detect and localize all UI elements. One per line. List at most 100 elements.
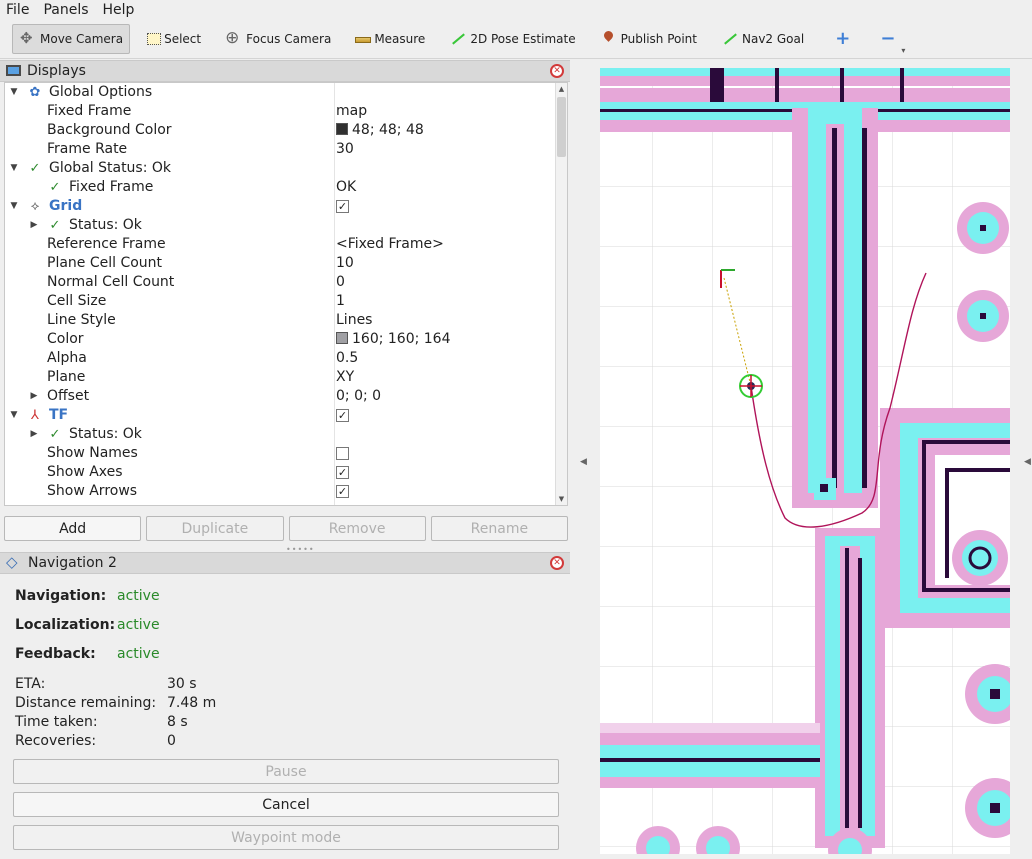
- tree-row-tf[interactable]: ▼ ⅄ TF ✓: [5, 406, 557, 425]
- tree-row-background-color[interactable]: Background Color 48; 48; 48: [5, 121, 557, 140]
- show-arrows-checkbox[interactable]: ✓: [336, 485, 349, 498]
- tree-value[interactable]: XY: [336, 368, 354, 387]
- menu-panels[interactable]: Panels: [43, 2, 88, 18]
- tree-row-line-style[interactable]: Line Style Lines: [5, 311, 557, 330]
- collapse-arrow-icon[interactable]: ▼: [9, 83, 19, 102]
- tree-row-reference-frame[interactable]: Reference Frame <Fixed Frame>: [5, 235, 557, 254]
- map-pin-icon: [600, 31, 618, 47]
- tree-scrollbar[interactable]: ▲ ▼: [555, 83, 567, 505]
- collapse-left-arrow-icon[interactable]: ◀: [580, 457, 587, 467]
- tree-value[interactable]: 10: [336, 254, 354, 273]
- tree-row-plane[interactable]: Plane XY: [5, 368, 557, 387]
- tree-row-normal-cell-count[interactable]: Normal Cell Count 0: [5, 273, 557, 292]
- select-tool[interactable]: Select: [140, 24, 208, 54]
- expand-arrow-icon[interactable]: ▶: [29, 387, 39, 406]
- cancel-button[interactable]: Cancel: [13, 792, 559, 817]
- green-arrow-icon: [449, 31, 467, 47]
- tree-value[interactable]: 30: [336, 140, 354, 159]
- crosshair-icon: [225, 28, 243, 48]
- show-names-checkbox[interactable]: [336, 447, 349, 460]
- measure-label: Measure: [374, 31, 426, 46]
- collapse-arrow-icon[interactable]: ▼: [9, 197, 19, 216]
- displays-tree[interactable]: ▼ ✿ Global Options Fixed Frame map Backg…: [4, 82, 568, 506]
- menu-bar: File Panels Help: [0, 0, 1032, 19]
- tree-row-grid[interactable]: ▼ ⟡ Grid ✓: [5, 197, 557, 216]
- tree-label: Cell Size: [47, 293, 107, 309]
- tf-enabled-checkbox[interactable]: ✓: [336, 409, 349, 422]
- tree-value[interactable]: map: [336, 102, 367, 121]
- measure-tool[interactable]: Measure: [348, 24, 432, 54]
- tree-label: Plane Cell Count: [47, 255, 163, 271]
- tree-row-frame-rate[interactable]: Frame Rate 30: [5, 140, 557, 159]
- menu-help[interactable]: Help: [103, 2, 135, 18]
- collapse-arrow-icon[interactable]: ▼: [9, 406, 19, 425]
- displays-panel-header: Displays ✕: [0, 60, 570, 82]
- tree-row-global-options[interactable]: ▼ ✿ Global Options: [5, 83, 557, 102]
- distance-label: Distance remaining:: [15, 695, 157, 711]
- tree-row-grid-status[interactable]: ▶ ✓ Status: Ok: [5, 216, 557, 235]
- color-swatch: [336, 123, 348, 135]
- tree-row-offset[interactable]: ▶ Offset 0; 0; 0: [5, 387, 557, 406]
- grid-enabled-checkbox[interactable]: ✓: [336, 200, 349, 213]
- collapse-arrow-icon[interactable]: ▼: [9, 159, 19, 178]
- tree-value[interactable]: 48; 48; 48: [336, 121, 424, 140]
- tree-row-alpha[interactable]: Alpha 0.5: [5, 349, 557, 368]
- expand-arrow-icon[interactable]: ▶: [29, 216, 39, 235]
- collapse-right-arrow-icon[interactable]: ◀: [1024, 457, 1031, 467]
- tree-row-tf-status[interactable]: ▶ ✓ Status: Ok: [5, 425, 557, 444]
- color-swatch: [336, 332, 348, 344]
- add-tool-button[interactable]: +: [835, 28, 850, 49]
- tree-label: Global Options: [49, 84, 153, 100]
- tree-value[interactable]: 0.5: [336, 349, 358, 368]
- tree-label: Grid: [49, 198, 83, 214]
- localization-status: active: [117, 617, 160, 633]
- toolbar: Move Camera Select Focus Camera Measure …: [0, 19, 1032, 59]
- tree-row-show-axes[interactable]: Show Axes ✓: [5, 463, 557, 482]
- menu-file[interactable]: File: [6, 2, 29, 18]
- tree-row-color[interactable]: Color 160; 160; 164: [5, 330, 557, 349]
- time-taken-value: 8 s: [167, 714, 188, 730]
- tree-value[interactable]: 0; 0; 0: [336, 387, 381, 406]
- tree-row-global-status[interactable]: ▼ ✓ Global Status: Ok: [5, 159, 557, 178]
- left-dock: Displays ✕ ▼ ✿ Global Options Fixed Fram…: [0, 60, 570, 859]
- tree-label: Alpha: [47, 350, 87, 366]
- add-display-button[interactable]: Add: [4, 516, 142, 541]
- render-view-3d[interactable]: [600, 68, 1010, 854]
- waypoint-mode-button[interactable]: Waypoint mode: [13, 825, 559, 850]
- expand-arrow-icon[interactable]: ▶: [29, 425, 39, 444]
- tree-value[interactable]: Lines: [336, 311, 372, 330]
- duplicate-display-button[interactable]: Duplicate: [146, 516, 284, 541]
- show-axes-checkbox[interactable]: ✓: [336, 466, 349, 479]
- tree-label: Frame Rate: [47, 141, 128, 157]
- tree-row-cell-size[interactable]: Cell Size 1: [5, 292, 557, 311]
- scroll-down-icon[interactable]: ▼: [556, 495, 567, 503]
- close-displays-icon[interactable]: ✕: [550, 64, 564, 78]
- nav2-goal-tool[interactable]: Nav2 Goal: [714, 24, 811, 54]
- tree-value: OK: [336, 179, 357, 195]
- remove-tool-button[interactable]: − ▾: [880, 28, 905, 55]
- move-camera-tool[interactable]: Move Camera: [12, 23, 131, 54]
- focus-camera-tool[interactable]: Focus Camera: [218, 24, 338, 54]
- scrollbar-thumb[interactable]: [557, 97, 566, 157]
- tree-value[interactable]: 0: [336, 273, 345, 292]
- tree-value[interactable]: <Fixed Frame>: [336, 235, 444, 254]
- tree-row-show-arrows[interactable]: Show Arrows ✓: [5, 482, 557, 501]
- publish-point-tool[interactable]: Publish Point: [593, 24, 704, 54]
- recoveries-label: Recoveries:: [15, 733, 97, 749]
- rename-display-button[interactable]: Rename: [430, 516, 568, 541]
- tree-row-status-fixed-frame[interactable]: ✓ Fixed Frame OK: [5, 178, 557, 197]
- scroll-up-icon[interactable]: ▲: [556, 85, 567, 93]
- walls-vertical-bottom: [815, 528, 885, 848]
- pose-estimate-label: 2D Pose Estimate: [470, 31, 576, 46]
- navigation-label: Navigation:: [15, 588, 107, 604]
- pose-estimate-tool[interactable]: 2D Pose Estimate: [442, 24, 582, 54]
- tree-row-fixed-frame[interactable]: Fixed Frame map: [5, 102, 557, 121]
- tree-value[interactable]: 1: [336, 292, 345, 311]
- tree-row-plane-cell-count[interactable]: Plane Cell Count 10: [5, 254, 557, 273]
- pause-button[interactable]: Pause: [13, 759, 559, 784]
- tree-value[interactable]: 160; 160; 164: [336, 330, 451, 349]
- publish-point-label: Publish Point: [620, 31, 697, 46]
- select-rectangle-icon: [147, 32, 162, 45]
- remove-display-button[interactable]: Remove: [288, 516, 426, 541]
- tree-row-show-names[interactable]: Show Names: [5, 444, 557, 463]
